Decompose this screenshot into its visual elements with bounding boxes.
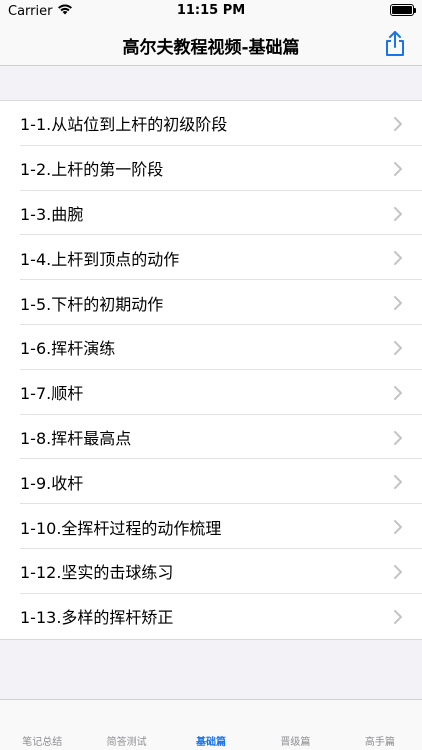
chevron-right-icon — [394, 564, 402, 583]
lesson-title: 1-13.多样的挥杆矫正 — [20, 608, 174, 628]
navigation-bar: 高尔夫教程视频-基础篇 — [0, 22, 422, 66]
chevron-right-icon — [394, 295, 402, 314]
tab-label: 高手篇 — [364, 737, 395, 748]
lesson-row[interactable]: 1-10.全挥杆过程的动作梳理 — [0, 504, 422, 549]
status-bar: Carrier 11:15 PM — [0, 0, 422, 22]
tab-item[interactable]: 简答测试 — [84, 700, 168, 750]
chevron-right-icon — [394, 161, 402, 180]
tab-item[interactable]: 基础篇 — [169, 700, 253, 750]
tab-label: 笔记总结 — [22, 737, 63, 748]
chevron-right-icon — [394, 430, 402, 449]
lesson-title: 1-7.顺杆 — [20, 384, 84, 404]
tab-item[interactable]: 晋级篇 — [253, 700, 337, 750]
chevron-right-icon — [394, 116, 402, 135]
lesson-row[interactable]: 1-5.下杆的初期动作 — [0, 280, 422, 325]
share-button[interactable] — [382, 30, 408, 58]
tab-item[interactable]: 笔记总结 — [0, 700, 84, 750]
lesson-row[interactable]: 1-4.上杆到顶点的动作 — [0, 235, 422, 281]
lesson-title: 1-9.收杆 — [20, 473, 84, 493]
tab-label: 简答测试 — [106, 737, 147, 748]
lesson-row[interactable]: 1-8.挥杆最高点 — [0, 415, 422, 460]
lesson-row[interactable]: 1-1.从站位到上杆的初级阶段 — [0, 101, 422, 146]
tab-label: 晋级篇 — [280, 737, 311, 748]
battery-icon — [390, 4, 416, 16]
chevron-right-icon — [394, 250, 402, 269]
lesson-row[interactable]: 1-3.曲腕 — [0, 191, 422, 236]
lesson-row[interactable]: 1-2.上杆的第一阶段 — [0, 146, 422, 191]
chevron-right-icon — [394, 519, 402, 538]
lesson-row[interactable]: 1-12.坚实的击球练习 — [0, 549, 422, 594]
share-icon — [386, 31, 404, 56]
chevron-right-icon — [394, 385, 402, 404]
chevron-right-icon — [394, 609, 402, 628]
lesson-row[interactable]: 1-9.收杆 — [0, 459, 422, 505]
lesson-title: 1-5.下杆的初期动作 — [20, 294, 164, 314]
lesson-row[interactable]: 1-7.顺杆 — [0, 370, 422, 415]
lesson-list: 1-1.从站位到上杆的初级阶段 1-2.上杆的第一阶段 1-3.曲腕 1-4.上杆到顶… — [0, 100, 422, 640]
lesson-title: 1-10.全挥杆过程的动作梳理 — [20, 518, 222, 538]
chevron-right-icon — [394, 206, 402, 225]
lesson-title: 1-3.曲腕 — [20, 204, 84, 224]
status-time: 11:15 PM — [176, 3, 246, 18]
tab-bar: 笔记总结 简答测试 基础篇 晋级篇 高手篇 — [0, 699, 422, 750]
tab-label: 基础篇 — [196, 737, 227, 748]
chevron-right-icon — [394, 474, 402, 493]
lesson-row[interactable]: 1-6.挥杆演练 — [0, 325, 422, 370]
chevron-right-icon — [394, 340, 402, 359]
lesson-title: 1-2.上杆的第一阶段 — [20, 160, 164, 180]
lesson-title: 1-1.从站位到上杆的初级阶段 — [20, 115, 228, 135]
lesson-row[interactable]: 1-13.多样的挥杆矫正 — [0, 594, 422, 639]
lesson-title: 1-12.坚实的击球练习 — [20, 563, 174, 583]
page-title: 高尔夫教程视频-基础篇 — [122, 38, 300, 58]
lesson-title: 1-6.挥杆演练 — [20, 339, 116, 359]
lesson-title: 1-8.挥杆最高点 — [20, 428, 132, 448]
tab-item[interactable]: 高手篇 — [338, 700, 422, 750]
lesson-title: 1-4.上杆到顶点的动作 — [20, 249, 180, 269]
